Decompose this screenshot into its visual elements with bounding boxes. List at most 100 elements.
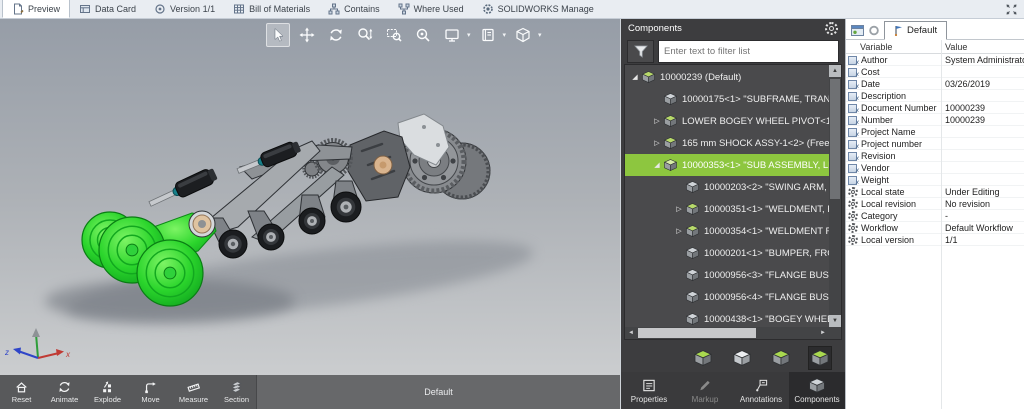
vertical-scrollbar[interactable]: ▲ ▼ — [829, 65, 841, 327]
tab-bill-of-materials[interactable]: Bill of Materials — [224, 0, 319, 18]
panel-settings-gear-icon[interactable] — [825, 22, 838, 35]
tree-item[interactable]: 10000956<4> "FLANGE BUSHING 16x20x10 — [625, 286, 829, 308]
tree-item-selected[interactable]: ◢10000353<1> "SUB ASSEMBLY, LH FRONT SUS… — [625, 154, 829, 176]
display-style-dropdown-icon[interactable]: ▾ — [467, 31, 471, 39]
explode-button[interactable]: Explode — [86, 375, 129, 409]
property-row[interactable]: Project number — [846, 138, 1024, 150]
tree-item[interactable]: ▷165 mm SHOCK ASSY-1<2> (Free-_flexible1… — [625, 132, 829, 154]
expand-icon[interactable]: ▷ — [673, 227, 685, 235]
tab-version[interactable]: Version 1/1 — [145, 0, 224, 18]
scroll-right-icon[interactable]: ► — [817, 327, 829, 339]
system-gear-icon — [848, 235, 858, 245]
show-subassemblies-icon[interactable] — [769, 346, 793, 370]
property-row[interactable]: Description — [846, 90, 1024, 102]
scroll-left-icon[interactable]: ◄ — [625, 327, 637, 339]
3d-viewport[interactable]: x z ▾ ▾ ▾ — [0, 19, 620, 375]
property-row[interactable]: Local stateUnder Editing — [846, 186, 1024, 198]
tree-item[interactable]: ▷10000351<1> "WELDMENT, FRONT BOGEY W — [625, 198, 829, 220]
tree-item[interactable]: 10000956<3> "FLANGE BUSHING 16x20x10 — [625, 264, 829, 286]
property-value: System Administrator — [941, 55, 1024, 65]
tree-item[interactable]: ◢10000239 (Default) — [625, 66, 829, 88]
property-row[interactable]: Date03/26/2019 — [846, 78, 1024, 90]
tab-annotations[interactable]: Annotations — [733, 372, 789, 409]
horizontal-scrollbar[interactable]: ◄ ► — [625, 327, 829, 339]
show-all-components-icon[interactable] — [808, 346, 832, 370]
property-row[interactable]: WorkflowDefault Workflow — [846, 222, 1024, 234]
tab-label: Version 1/1 — [170, 4, 215, 14]
property-row[interactable]: Category- — [846, 210, 1024, 222]
pan-icon — [299, 27, 315, 43]
tab-solidworks-manage[interactable]: SOLIDWORKS Manage — [473, 0, 603, 18]
show-open-parts-icon[interactable] — [730, 346, 754, 370]
rotate-tool-button[interactable] — [324, 23, 348, 47]
property-value: 10000239 — [941, 103, 1024, 113]
scroll-down-icon[interactable]: ▼ — [829, 315, 841, 327]
appearance-dropdown-icon[interactable]: ▾ — [503, 31, 507, 39]
variable-icon — [848, 175, 858, 185]
tab-default-config[interactable]: Default — [884, 21, 947, 40]
scroll-up-icon[interactable]: ▲ — [829, 65, 841, 77]
view-orientation-dropdown-icon[interactable]: ▾ — [538, 31, 542, 39]
appearance-button[interactable] — [476, 23, 500, 47]
move-button[interactable]: Move — [129, 375, 172, 409]
expand-panel-icon[interactable] — [1006, 4, 1017, 15]
tree-item[interactable]: ▷LOWER BOGEY WHEEL PIVOT<1> (Default-_fl… — [625, 110, 829, 132]
expand-icon[interactable]: ▷ — [651, 117, 663, 125]
pencil-icon — [697, 378, 713, 393]
horizontal-scroll-thumb[interactable] — [638, 328, 756, 338]
property-row[interactable]: Revision — [846, 150, 1024, 162]
view-orientation-button[interactable] — [511, 23, 535, 47]
vertical-scroll-thumb[interactable] — [830, 79, 840, 199]
zoom-fit-button[interactable] — [411, 23, 435, 47]
select-tool-button[interactable] — [266, 23, 290, 47]
pan-tool-button[interactable] — [295, 23, 319, 47]
property-name: Cost — [861, 67, 880, 77]
tree-item[interactable]: 10000203<2> "SWING ARM, FRONT" (Defau — [625, 176, 829, 198]
zoom-in-out-button[interactable] — [353, 23, 377, 47]
property-row[interactable]: Number10000239 — [846, 114, 1024, 126]
configuration-strip[interactable]: Default — [256, 375, 620, 409]
tab-markup[interactable]: Markup — [677, 372, 733, 409]
reset-button[interactable]: Reset — [0, 375, 43, 409]
property-row[interactable]: AuthorSystem Administrator — [846, 54, 1024, 66]
tab-preview[interactable]: Preview — [2, 0, 70, 18]
section-button[interactable]: Section — [215, 375, 258, 409]
tree-item[interactable]: ▷10000354<1> "WELDMENT FRONT SWINGA — [625, 220, 829, 242]
tab-contains[interactable]: Contains — [319, 0, 389, 18]
data-card-small-icon[interactable] — [851, 25, 864, 36]
property-name: Project Name — [861, 127, 916, 137]
show-assemblies-icon[interactable] — [691, 346, 715, 370]
tree-item[interactable]: 10000438<1> "BOGEY WHEEL, 130mm" (Def — [625, 308, 829, 327]
tree-item[interactable]: 10000201<1> "BUMPER, FRONT SUSPENSIO — [625, 242, 829, 264]
tree-item[interactable]: 10000175<1> "SUBFRAME, TRANSMISSION SID — [625, 88, 829, 110]
expand-icon[interactable]: ▷ — [651, 139, 663, 147]
filter-row — [621, 37, 845, 67]
property-row[interactable]: Local revisionNo revision — [846, 198, 1024, 210]
property-row[interactable]: Project Name — [846, 126, 1024, 138]
property-row[interactable]: Document Number 10000239 — [846, 102, 1024, 114]
tab-where-used[interactable]: Where Used — [389, 0, 473, 18]
filter-button[interactable] — [627, 40, 654, 63]
tab-properties[interactable]: Properties — [621, 372, 677, 409]
assembly-icon — [686, 203, 699, 215]
property-row[interactable]: Cost — [846, 66, 1024, 78]
measure-button[interactable]: Measure — [172, 375, 215, 409]
filter-input[interactable] — [658, 40, 839, 63]
display-style-button[interactable] — [440, 23, 464, 47]
zoom-area-button[interactable] — [382, 23, 406, 47]
tab-components[interactable]: Components — [789, 372, 845, 409]
configuration-name: Default — [424, 387, 453, 397]
expand-icon[interactable]: ◢ — [651, 161, 663, 169]
expand-icon[interactable]: ◢ — [629, 73, 641, 81]
property-row[interactable]: Weight — [846, 174, 1024, 186]
property-row[interactable]: Local version1/1 — [846, 234, 1024, 246]
tab-label: Data Card — [95, 4, 136, 14]
property-row[interactable]: Vendor — [846, 162, 1024, 174]
button-label: Reset — [12, 395, 32, 404]
animate-button[interactable]: Animate — [43, 375, 86, 409]
tab-data-card[interactable]: Data Card — [70, 0, 145, 18]
refresh-circle-icon[interactable] — [868, 25, 880, 36]
suspension-assembly-model[interactable]: x z — [0, 19, 620, 375]
property-name: Document Number — [861, 103, 937, 113]
expand-icon[interactable]: ▷ — [673, 205, 685, 213]
